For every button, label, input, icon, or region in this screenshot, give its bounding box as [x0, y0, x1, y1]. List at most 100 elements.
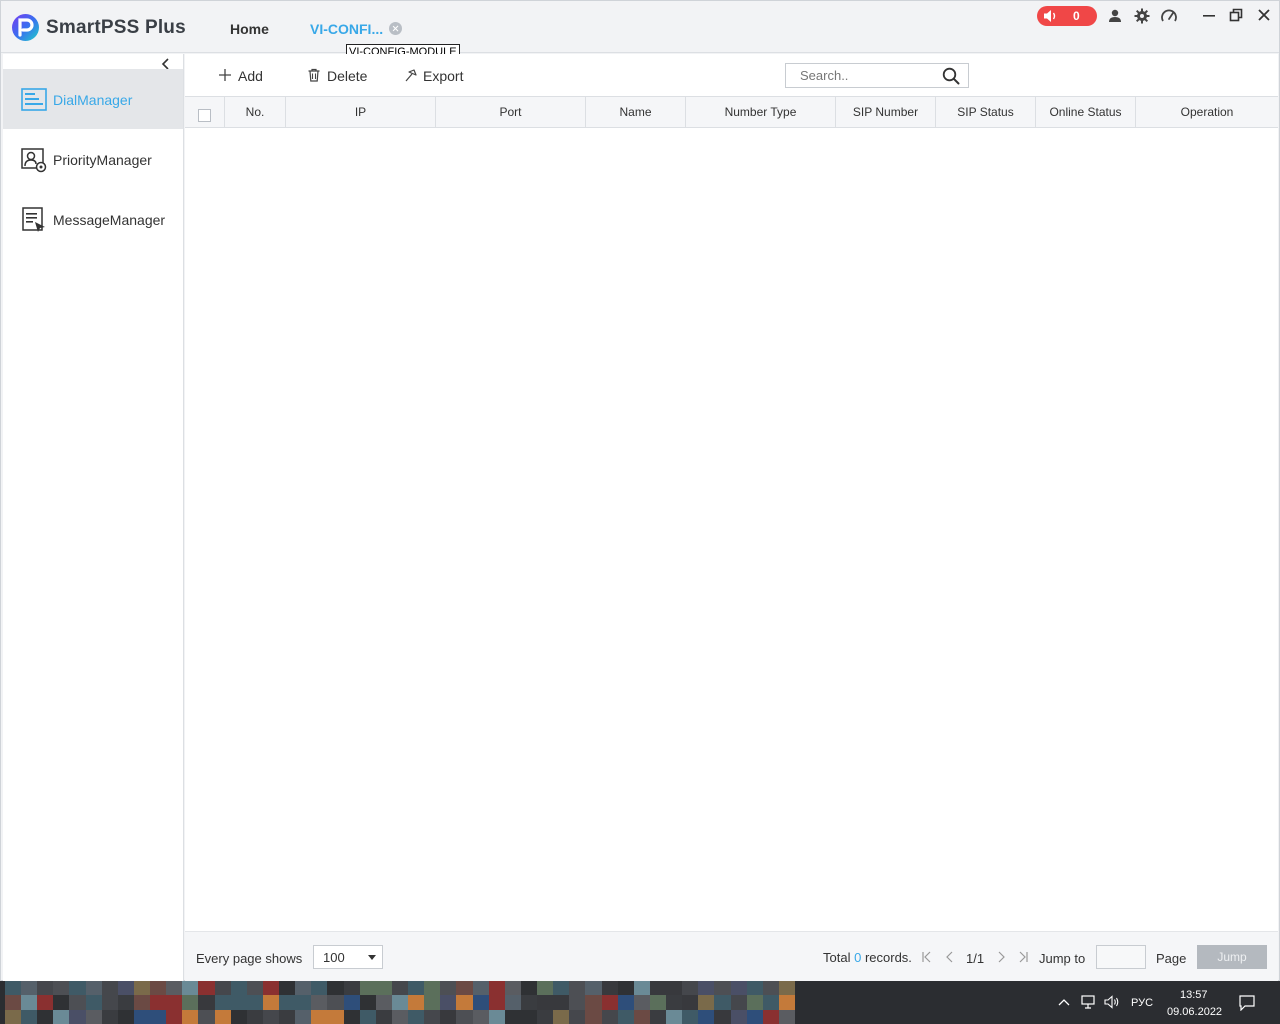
mosaic-tile: [230, 995, 247, 1010]
mosaic-tile: [182, 1009, 199, 1024]
app-window: SmartPSS Plus Home VI-CONFI... VI-CONFIG…: [0, 0, 1280, 981]
gear-icon[interactable]: [1134, 8, 1150, 24]
mosaic-tile: [391, 981, 409, 996]
mosaic-tile: [166, 1009, 183, 1024]
alarm-count: 0: [1073, 9, 1080, 23]
total-count: 0: [854, 950, 862, 965]
chevron-down-icon: [368, 955, 376, 960]
search-input[interactable]: [786, 64, 936, 87]
page-label: Page: [1156, 951, 1187, 966]
every-page-label: Every page shows: [196, 951, 303, 966]
last-page-icon[interactable]: [1017, 951, 1029, 963]
page-size-value: 100: [323, 950, 345, 965]
sidebar-item-message-manager[interactable]: MessageManager: [3, 189, 183, 249]
main-panel: Add Delete Export Search.. No. IP Port N…: [185, 54, 1278, 981]
mosaic-tile: [279, 981, 296, 996]
mosaic-tile: [311, 981, 328, 996]
mosaic-tile: [553, 981, 570, 996]
prev-page-icon[interactable]: [944, 951, 956, 963]
mosaic-tile: [569, 981, 586, 996]
search-box: [785, 63, 969, 88]
user-icon[interactable]: [1107, 8, 1123, 24]
alarm-button[interactable]: 0: [1037, 6, 1097, 26]
column-header[interactable]: IP: [286, 97, 436, 128]
mosaic-tile: [698, 981, 715, 996]
mosaic-tile: [666, 981, 683, 996]
volume-icon[interactable]: [1104, 995, 1120, 1009]
tab-home[interactable]: Home: [230, 21, 269, 37]
trash-icon: [308, 68, 320, 82]
close-icon[interactable]: [1256, 7, 1272, 23]
mosaic-tile: [182, 981, 199, 996]
sidebar-item-dial-manager[interactable]: DialManager: [3, 69, 183, 129]
mosaic-tile: [295, 1009, 312, 1024]
mosaic-tile: [456, 995, 473, 1010]
jump-button[interactable]: Jump: [1197, 945, 1267, 969]
chevron-up-icon[interactable]: [1058, 997, 1070, 1007]
mosaic-tile: [117, 1009, 134, 1024]
mosaic-tile: [343, 981, 360, 996]
mosaic-tile: [182, 995, 199, 1010]
select-all-checkbox[interactable]: [198, 109, 211, 122]
mosaic-tile: [69, 1009, 86, 1024]
minimize-icon[interactable]: [1201, 7, 1217, 23]
mosaic-tile: [778, 995, 795, 1010]
sidebar: DialManager PriorityManager MessageManag…: [3, 54, 184, 981]
app-title: SmartPSS Plus: [46, 17, 186, 38]
mosaic-tile: [69, 995, 86, 1010]
clock-date[interactable]: 09.06.2022: [1167, 1006, 1222, 1018]
column-header[interactable]: SIP Number: [836, 97, 936, 128]
mosaic-tile: [537, 995, 554, 1010]
mosaic-tile: [569, 1009, 586, 1024]
sidebar-item-priority-manager[interactable]: PriorityManager: [3, 129, 183, 189]
network-icon[interactable]: [1081, 995, 1097, 1009]
mosaic-tile: [391, 995, 409, 1010]
page-size-select[interactable]: 100: [313, 945, 383, 969]
delete-button[interactable]: Delete: [307, 67, 369, 85]
column-header[interactable]: Number Type: [686, 97, 836, 128]
mosaic-tile: [585, 981, 602, 996]
column-header[interactable]: Operation: [1136, 97, 1278, 128]
jump-page-input[interactable]: [1096, 945, 1146, 969]
language-indicator[interactable]: РУС: [1131, 997, 1153, 1009]
mosaic-tile: [246, 981, 263, 996]
tab-vi-config[interactable]: VI-CONFI...: [310, 21, 383, 37]
mosaic-tile: [295, 981, 312, 996]
page-indicator: 1/1: [966, 951, 985, 966]
add-label: Add: [238, 68, 263, 84]
mosaic-tile: [440, 1009, 457, 1024]
column-header[interactable]: Online Status: [1036, 97, 1136, 128]
mosaic-tile: [150, 995, 167, 1010]
mosaic-tile: [424, 1009, 441, 1024]
column-header[interactable]: SIP Status: [936, 97, 1036, 128]
mosaic-tile: [666, 1009, 683, 1024]
column-header[interactable]: Name: [586, 97, 686, 128]
mosaic-tile: [117, 981, 134, 996]
mosaic-tile: [279, 995, 296, 1010]
mosaic-tile: [520, 981, 538, 996]
mosaic-tile: [5, 1009, 22, 1024]
mosaic-tile: [21, 981, 38, 996]
mosaic-tile: [327, 995, 344, 1010]
performance-gauge-icon[interactable]: [1161, 8, 1177, 24]
first-page-icon[interactable]: [921, 951, 933, 963]
mosaic-tile: [472, 1009, 489, 1024]
tab-close-icon[interactable]: [389, 22, 402, 35]
notification-icon[interactable]: [1239, 995, 1255, 1011]
column-header[interactable]: Port: [436, 97, 586, 128]
mosaic-tile: [746, 995, 763, 1010]
mosaic-tile: [553, 1009, 570, 1024]
mosaic-tile: [730, 995, 747, 1010]
column-header[interactable]: No.: [225, 97, 286, 128]
toolbar: Add Delete Export: [185, 54, 1278, 96]
restore-icon[interactable]: [1228, 7, 1244, 23]
add-button[interactable]: Add: [218, 67, 268, 85]
search-icon[interactable]: [942, 67, 960, 85]
mosaic-tile: [714, 981, 731, 996]
next-page-icon[interactable]: [995, 951, 1007, 963]
mosaic-tile: [649, 1009, 667, 1024]
mosaic-tile: [69, 981, 86, 996]
export-button[interactable]: Export: [404, 67, 464, 85]
mosaic-tile: [762, 981, 779, 996]
clock-time[interactable]: 13:57: [1180, 989, 1208, 1001]
